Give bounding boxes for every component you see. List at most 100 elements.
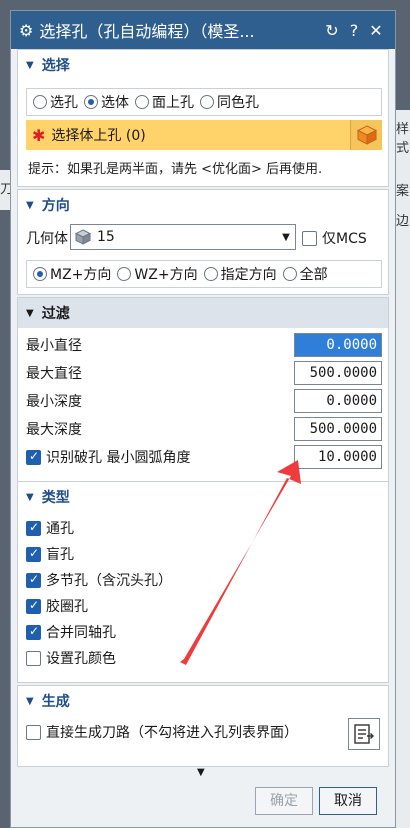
generate-section-title: 生成 <box>41 694 70 710</box>
geometry-dropdown[interactable]: 15 ▼ <box>70 224 296 250</box>
select-mode-radiogroup: 选孔 选体 面上孔 同色孔 <box>26 88 382 116</box>
max-diameter-input[interactable]: 500.0000 <box>294 361 382 385</box>
radio-select-body[interactable]: 选体 <box>84 92 129 112</box>
generate-section: ▼ 生成 直接生成刀路（不勾将进入孔列表界面） <box>17 685 389 767</box>
type-section-header[interactable]: ▼ 类型 <box>18 482 388 512</box>
radio-circle-icon <box>200 95 214 109</box>
collapse-triangle-icon: ▼ <box>26 695 34 707</box>
type-label: 合并同轴孔 <box>46 625 116 641</box>
type-section-title: 类型 <box>41 490 70 506</box>
reset-button[interactable]: ↻ <box>321 21 343 40</box>
radio-select-hole[interactable]: 选孔 <box>33 92 78 112</box>
checkbox-checked-icon <box>26 572 41 588</box>
direct-generate-label: 直接生成刀路（不勾将进入孔列表界面） <box>46 725 298 741</box>
generate-section-header[interactable]: ▼ 生成 <box>18 686 388 716</box>
select-section: ▼ 选择 选孔 选体 面上孔 同色孔 ✱ 选择体上孔 (0) 提示：如果孔是两半… <box>17 49 389 187</box>
direction-section: ▼ 方向 几何体 15 ▼ 仅MCS MZ+方向 WZ+方向 指定方向 全部 <box>17 189 389 295</box>
checkbox-checked-icon <box>26 624 41 640</box>
checkbox-checked-icon <box>26 449 41 465</box>
checkbox-checked-icon <box>26 598 41 614</box>
radio-circle-icon <box>135 95 149 109</box>
filter-section-title: 过滤 <box>41 306 70 322</box>
gear-icon: ⚙ <box>19 20 34 40</box>
direction-section-title: 方向 <box>41 198 70 214</box>
radio-label: 选体 <box>101 95 129 111</box>
ok-button[interactable]: 确定 <box>255 787 313 815</box>
radio-wz-direction[interactable]: WZ+方向 <box>117 264 198 284</box>
type-multi-step-hole[interactable]: 多节孔（含沉头孔） <box>26 568 172 592</box>
dialog-titlebar[interactable]: ⚙ 选择孔（孔自动编程）（模圣... ↻ ? ✕ <box>11 11 395 49</box>
radio-specify-direction[interactable]: 指定方向 <box>203 264 277 284</box>
background-text-3: 边 <box>396 214 410 229</box>
help-button[interactable]: ? <box>343 21 365 40</box>
type-set-hole-color[interactable]: 设置孔颜色 <box>26 646 116 670</box>
select-body-button[interactable] <box>350 120 382 150</box>
filter-section-header[interactable]: ▼ 过滤 <box>18 298 388 328</box>
dialog-title: 选择孔（孔自动编程）（模圣... <box>39 22 255 41</box>
hint-text: 提示：如果孔是两半面，请先 <优化面> 后再使用. <box>28 162 323 177</box>
select-hole-dialog: ⚙ 选择孔（孔自动编程）（模圣... ↻ ? ✕ ▼ 选择 选孔 选体 面上孔 … <box>10 10 396 828</box>
filter-section: ▼ 过滤 最小直径 0.0000 最大直径 500.0000 最小深度 0.00… <box>17 297 389 487</box>
collapse-triangle-icon: ▼ <box>26 491 34 503</box>
radio-label: 全部 <box>299 267 328 283</box>
radio-all-direction[interactable]: 全部 <box>282 264 328 284</box>
radio-label: 同色孔 <box>217 95 259 111</box>
select-section-header[interactable]: ▼ 选择 <box>18 50 388 80</box>
checkbox-checked-icon <box>26 520 41 536</box>
radio-same-color-hole[interactable]: 同色孔 <box>200 92 259 112</box>
close-button[interactable]: ✕ <box>365 21 387 40</box>
chevron-down-icon: ▼ <box>282 231 290 243</box>
radio-face-hole[interactable]: 面上孔 <box>135 92 194 112</box>
type-merge-coaxial[interactable]: 合并同轴孔 <box>26 620 116 644</box>
radio-label: MZ+方向 <box>50 267 112 283</box>
radio-circle-icon <box>282 267 297 281</box>
type-label: 多节孔（含沉头孔） <box>46 573 172 589</box>
radio-circle-icon <box>84 95 98 109</box>
radio-label: 指定方向 <box>220 267 277 283</box>
collapse-triangle-icon: ▼ <box>26 199 34 211</box>
radio-label: 面上孔 <box>152 95 194 111</box>
required-star-icon: ✱ <box>32 125 46 145</box>
collapse-triangle-icon: ▼ <box>26 307 34 319</box>
min-arc-angle-input[interactable]: 10.0000 <box>294 445 382 469</box>
broken-hole-checkbox[interactable]: 识别破孔 最小圆弧角度 <box>26 447 294 467</box>
min-depth-row: 最小深度 0.0000 <box>26 388 382 414</box>
type-label: 通孔 <box>46 521 74 537</box>
checkbox-icon <box>26 650 41 666</box>
radio-circle-icon <box>33 267 47 281</box>
checkbox-icon <box>26 724 41 740</box>
type-label: 设置孔颜色 <box>46 651 116 667</box>
min-diameter-input[interactable]: 0.0000 <box>294 333 382 357</box>
select-body-hole-label: 选择体上孔 (0) <box>51 128 146 144</box>
type-o-ring-hole[interactable]: 胶圈孔 <box>26 594 88 618</box>
expand-more-icon[interactable]: ▼ <box>197 767 205 778</box>
min-depth-input[interactable]: 0.0000 <box>294 389 382 413</box>
radio-circle-icon <box>203 267 218 281</box>
select-body-hole-row[interactable]: ✱ 选择体上孔 (0) <box>26 120 382 150</box>
hole-list-button[interactable] <box>348 718 380 750</box>
radio-mz-direction[interactable]: MZ+方向 <box>33 264 111 284</box>
max-depth-input[interactable]: 500.0000 <box>294 417 382 441</box>
checkbox-icon <box>302 231 317 246</box>
type-label: 盲孔 <box>46 547 74 563</box>
min-diameter-row: 最小直径 0.0000 <box>26 332 382 358</box>
collapse-triangle-icon: ▼ <box>26 59 34 71</box>
cancel-button[interactable]: 取消 <box>319 787 377 815</box>
direction-radiogroup: MZ+方向 WZ+方向 指定方向 全部 <box>26 260 382 288</box>
geometry-body-icon <box>75 229 91 245</box>
type-section: ▼ 类型 通孔 盲孔 多节孔（含沉头孔） 胶圈孔 合并同轴孔 设置孔颜色 <box>17 481 389 683</box>
direction-section-header[interactable]: ▼ 方向 <box>18 190 388 220</box>
mcs-only-checkbox[interactable]: 仅MCS <box>302 228 367 248</box>
broken-hole-row: 识别破孔 最小圆弧角度 10.0000 <box>26 444 382 470</box>
background-text-1: 样式 <box>396 122 410 156</box>
max-depth-row: 最大深度 500.0000 <box>26 416 382 442</box>
geometry-value: 15 <box>97 229 115 245</box>
type-blind-hole[interactable]: 盲孔 <box>26 542 74 566</box>
max-diameter-row: 最大直径 500.0000 <box>26 360 382 386</box>
radio-circle-icon <box>117 267 132 281</box>
direct-generate-checkbox[interactable]: 直接生成刀路（不勾将进入孔列表界面） <box>26 720 298 744</box>
select-section-title: 选择 <box>41 58 70 74</box>
geometry-label: 几何体 <box>26 231 68 247</box>
mcs-only-label: 仅MCS <box>322 231 367 247</box>
type-through-hole[interactable]: 通孔 <box>26 516 74 540</box>
